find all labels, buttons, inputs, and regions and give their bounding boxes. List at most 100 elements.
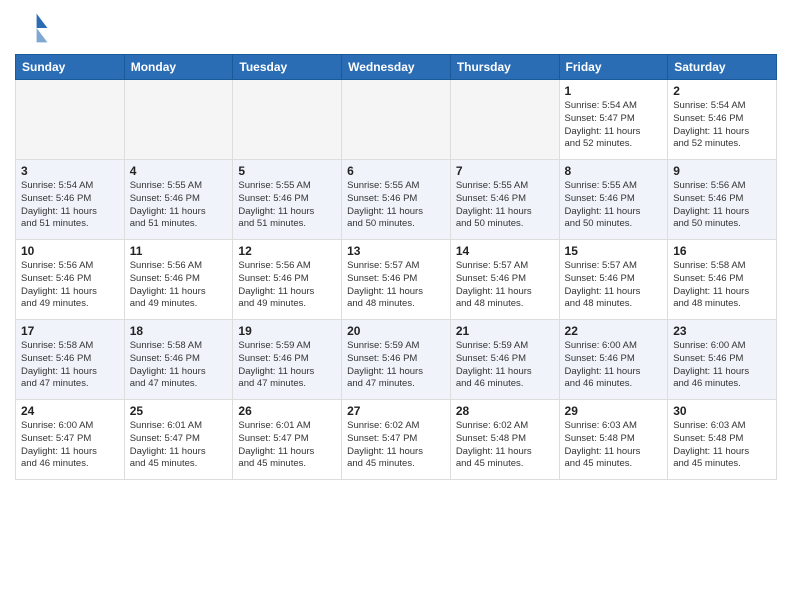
calendar-body: 1 Sunrise: 5:54 AM Sunset: 5:47 PM Daylig… <box>16 80 777 480</box>
day-info: Sunrise: 6:02 AM Sunset: 5:47 PM Dayligh… <box>347 420 445 471</box>
day-info: Sunrise: 5:59 AM Sunset: 5:46 PM Dayligh… <box>347 340 445 391</box>
day-info: Sunrise: 6:02 AM Sunset: 5:48 PM Dayligh… <box>456 420 554 471</box>
calendar: SundayMondayTuesdayWednesdayThursdayFrid… <box>15 54 777 480</box>
calendar-cell: 1 Sunrise: 5:54 AM Sunset: 5:47 PM Daylig… <box>559 80 668 160</box>
day-info: Sunrise: 6:00 AM Sunset: 5:46 PM Dayligh… <box>673 340 771 391</box>
calendar-cell: 24 Sunrise: 6:00 AM Sunset: 5:47 PM Dayli… <box>16 400 125 480</box>
weekday-header-tuesday: Tuesday <box>233 55 342 80</box>
calendar-cell: 13 Sunrise: 5:57 AM Sunset: 5:46 PM Dayli… <box>342 240 451 320</box>
calendar-cell <box>16 80 125 160</box>
calendar-cell: 29 Sunrise: 6:03 AM Sunset: 5:48 PM Dayli… <box>559 400 668 480</box>
calendar-cell <box>124 80 233 160</box>
calendar-row-0: 1 Sunrise: 5:54 AM Sunset: 5:47 PM Daylig… <box>16 80 777 160</box>
day-info: Sunrise: 5:54 AM Sunset: 5:46 PM Dayligh… <box>673 100 771 151</box>
day-info: Sunrise: 5:55 AM Sunset: 5:46 PM Dayligh… <box>130 180 228 231</box>
calendar-cell: 7 Sunrise: 5:55 AM Sunset: 5:46 PM Daylig… <box>450 160 559 240</box>
day-number: 7 <box>456 164 554 178</box>
day-number: 28 <box>456 404 554 418</box>
day-number: 2 <box>673 84 771 98</box>
calendar-cell: 28 Sunrise: 6:02 AM Sunset: 5:48 PM Dayli… <box>450 400 559 480</box>
day-number: 13 <box>347 244 445 258</box>
day-number: 24 <box>21 404 119 418</box>
day-number: 20 <box>347 324 445 338</box>
day-info: Sunrise: 5:57 AM Sunset: 5:46 PM Dayligh… <box>565 260 663 311</box>
day-number: 21 <box>456 324 554 338</box>
day-info: Sunrise: 5:56 AM Sunset: 5:46 PM Dayligh… <box>130 260 228 311</box>
calendar-cell: 25 Sunrise: 6:01 AM Sunset: 5:47 PM Dayli… <box>124 400 233 480</box>
calendar-cell <box>450 80 559 160</box>
calendar-row-4: 24 Sunrise: 6:00 AM Sunset: 5:47 PM Dayli… <box>16 400 777 480</box>
day-info: Sunrise: 5:57 AM Sunset: 5:46 PM Dayligh… <box>456 260 554 311</box>
day-info: Sunrise: 6:00 AM Sunset: 5:47 PM Dayligh… <box>21 420 119 471</box>
calendar-row-3: 17 Sunrise: 5:58 AM Sunset: 5:46 PM Dayli… <box>16 320 777 400</box>
calendar-cell: 3Sunrise: 5:54 AM Sunset: 5:46 PM Daylig… <box>16 160 125 240</box>
calendar-cell: 9 Sunrise: 5:56 AM Sunset: 5:46 PM Daylig… <box>668 160 777 240</box>
day-info: Sunrise: 5:56 AM Sunset: 5:46 PM Dayligh… <box>238 260 336 311</box>
day-info: Sunrise: 5:55 AM Sunset: 5:46 PM Dayligh… <box>565 180 663 231</box>
day-info: Sunrise: 6:01 AM Sunset: 5:47 PM Dayligh… <box>238 420 336 471</box>
header <box>15 10 777 46</box>
calendar-row-2: 10 Sunrise: 5:56 AM Sunset: 5:46 PM Dayli… <box>16 240 777 320</box>
calendar-cell <box>233 80 342 160</box>
day-number: 9 <box>673 164 771 178</box>
day-number: 25 <box>130 404 228 418</box>
calendar-cell: 26 Sunrise: 6:01 AM Sunset: 5:47 PM Dayli… <box>233 400 342 480</box>
day-info: Sunrise: 5:54 AM Sunset: 5:46 PM Dayligh… <box>21 180 119 231</box>
calendar-row-1: 3Sunrise: 5:54 AM Sunset: 5:46 PM Daylig… <box>16 160 777 240</box>
day-info: Sunrise: 6:01 AM Sunset: 5:47 PM Dayligh… <box>130 420 228 471</box>
day-info: Sunrise: 6:03 AM Sunset: 5:48 PM Dayligh… <box>565 420 663 471</box>
weekday-header-friday: Friday <box>559 55 668 80</box>
calendar-cell: 12Sunrise: 5:56 AM Sunset: 5:46 PM Dayli… <box>233 240 342 320</box>
day-number: 16 <box>673 244 771 258</box>
logo <box>15 10 55 46</box>
day-info: Sunrise: 5:58 AM Sunset: 5:46 PM Dayligh… <box>673 260 771 311</box>
weekday-header-row: SundayMondayTuesdayWednesdayThursdayFrid… <box>16 55 777 80</box>
calendar-cell: 17 Sunrise: 5:58 AM Sunset: 5:46 PM Dayli… <box>16 320 125 400</box>
calendar-cell: 21 Sunrise: 5:59 AM Sunset: 5:46 PM Dayli… <box>450 320 559 400</box>
day-info: Sunrise: 5:59 AM Sunset: 5:46 PM Dayligh… <box>238 340 336 391</box>
calendar-cell: 27 Sunrise: 6:02 AM Sunset: 5:47 PM Dayli… <box>342 400 451 480</box>
day-number: 18 <box>130 324 228 338</box>
day-info: Sunrise: 5:56 AM Sunset: 5:46 PM Dayligh… <box>673 180 771 231</box>
day-number: 26 <box>238 404 336 418</box>
day-info: Sunrise: 5:55 AM Sunset: 5:46 PM Dayligh… <box>238 180 336 231</box>
calendar-cell: 5 Sunrise: 5:55 AM Sunset: 5:46 PM Daylig… <box>233 160 342 240</box>
calendar-cell: 4 Sunrise: 5:55 AM Sunset: 5:46 PM Daylig… <box>124 160 233 240</box>
page: SundayMondayTuesdayWednesdayThursdayFrid… <box>0 0 792 495</box>
day-number: 6 <box>347 164 445 178</box>
day-info: Sunrise: 5:56 AM Sunset: 5:46 PM Dayligh… <box>21 260 119 311</box>
calendar-cell: 22Sunrise: 6:00 AM Sunset: 5:46 PM Dayli… <box>559 320 668 400</box>
day-info: Sunrise: 5:58 AM Sunset: 5:46 PM Dayligh… <box>21 340 119 391</box>
day-number: 1 <box>565 84 663 98</box>
day-number: 15 <box>565 244 663 258</box>
day-number: 30 <box>673 404 771 418</box>
calendar-cell: 19Sunrise: 5:59 AM Sunset: 5:46 PM Dayli… <box>233 320 342 400</box>
day-info: Sunrise: 5:57 AM Sunset: 5:46 PM Dayligh… <box>347 260 445 311</box>
day-number: 27 <box>347 404 445 418</box>
day-number: 10 <box>21 244 119 258</box>
weekday-header-saturday: Saturday <box>668 55 777 80</box>
day-number: 5 <box>238 164 336 178</box>
day-info: Sunrise: 5:59 AM Sunset: 5:46 PM Dayligh… <box>456 340 554 391</box>
day-info: Sunrise: 6:00 AM Sunset: 5:46 PM Dayligh… <box>565 340 663 391</box>
calendar-cell <box>342 80 451 160</box>
day-number: 29 <box>565 404 663 418</box>
weekday-header-wednesday: Wednesday <box>342 55 451 80</box>
day-number: 11 <box>130 244 228 258</box>
calendar-header: SundayMondayTuesdayWednesdayThursdayFrid… <box>16 55 777 80</box>
day-number: 8 <box>565 164 663 178</box>
day-info: Sunrise: 5:58 AM Sunset: 5:46 PM Dayligh… <box>130 340 228 391</box>
day-info: Sunrise: 5:55 AM Sunset: 5:46 PM Dayligh… <box>456 180 554 231</box>
calendar-cell: 20 Sunrise: 5:59 AM Sunset: 5:46 PM Dayli… <box>342 320 451 400</box>
day-number: 14 <box>456 244 554 258</box>
calendar-cell: 23 Sunrise: 6:00 AM Sunset: 5:46 PM Dayli… <box>668 320 777 400</box>
weekday-header-thursday: Thursday <box>450 55 559 80</box>
day-number: 23 <box>673 324 771 338</box>
weekday-header-monday: Monday <box>124 55 233 80</box>
day-number: 17 <box>21 324 119 338</box>
calendar-cell: 15 Sunrise: 5:57 AM Sunset: 5:46 PM Dayli… <box>559 240 668 320</box>
day-number: 4 <box>130 164 228 178</box>
calendar-cell: 2 Sunrise: 5:54 AM Sunset: 5:46 PM Daylig… <box>668 80 777 160</box>
day-info: Sunrise: 5:54 AM Sunset: 5:47 PM Dayligh… <box>565 100 663 151</box>
calendar-cell: 18 Sunrise: 5:58 AM Sunset: 5:46 PM Dayli… <box>124 320 233 400</box>
